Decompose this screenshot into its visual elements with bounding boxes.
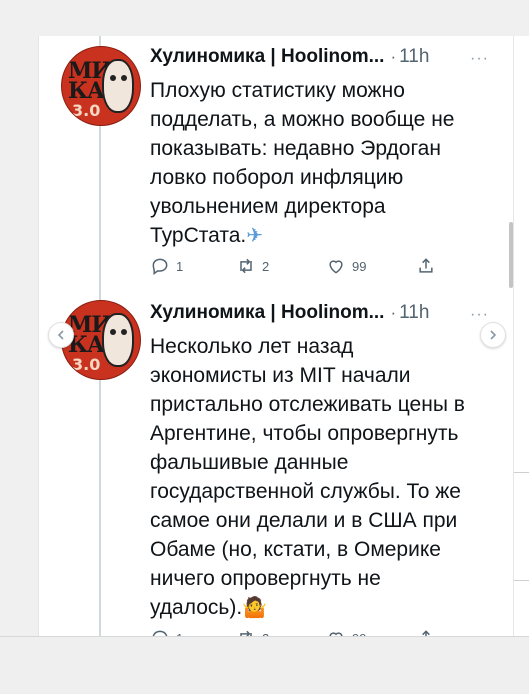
share-button[interactable] (416, 256, 442, 276)
like-count: 99 (352, 258, 367, 274)
tweet-text: Плохую статистику можно подделать, а мож… (150, 76, 495, 250)
avatar-version: 3.0 (72, 355, 101, 374)
previous-slide-button[interactable] (48, 322, 74, 348)
tweet-time[interactable]: 11h (399, 302, 429, 324)
more-icon[interactable]: ··· (470, 50, 489, 68)
tweet-text: Несколько лет назад экономисты из MIT на… (150, 332, 495, 622)
retweet-icon (240, 630, 252, 636)
airplane-emoji: ✈ (246, 223, 264, 247)
tweet-line: удалось).🤷 (150, 593, 495, 622)
bottom-bar (0, 636, 529, 694)
separator-dot: · (390, 303, 397, 322)
retweet-count: 2 (262, 258, 270, 274)
tweet-line: подделать, а можно вообще не (150, 108, 455, 131)
tweet-line: Плохую статистику можно (150, 79, 405, 102)
tweet-line: экономисты из MIT начали (150, 364, 411, 387)
retweet-button[interactable]: 2 (236, 628, 269, 636)
tweet-line: Несколько лет назад (150, 335, 354, 358)
tweet-line: ничего опровергнуть не (150, 567, 381, 590)
right-margin-strip (514, 36, 529, 636)
tweet-header: Хулиномика | Hoolinom... · 11h (150, 46, 429, 68)
retweet-button[interactable]: 2 (236, 256, 269, 276)
chevron-left-icon (57, 330, 64, 340)
tweet-time[interactable]: 11h (399, 46, 429, 68)
like-button[interactable]: 99 (326, 256, 366, 276)
author-name[interactable]: Хулиномика | Hoolinom... (150, 46, 384, 68)
reply-icon (152, 630, 168, 636)
next-slide-button[interactable] (480, 322, 506, 348)
screenshot-frame: МИ КА 3.0 Хулиномика | Hoolinom... · 11h … (0, 0, 529, 694)
avatar-version: 3.0 (72, 101, 101, 120)
tweet-line: пристально отслеживать цены в (150, 393, 465, 416)
tweet-actions: 1 2 99 (150, 256, 450, 280)
tweet-line: показывать: недавно Эрдоган (150, 137, 441, 160)
chevron-right-icon (490, 330, 497, 340)
tweet-line: ТурСтата.✈ (150, 221, 495, 250)
author-name[interactable]: Хулиномика | Hoolinom... (150, 302, 384, 324)
avatar-face (102, 59, 134, 113)
reply-button[interactable]: 1 (150, 256, 183, 276)
share-icon (419, 258, 433, 273)
scrollbar-thumb[interactable] (509, 222, 513, 288)
retweet-icon (240, 258, 252, 274)
like-button[interactable]: 99 (326, 628, 366, 636)
tweet-header: Хулиномика | Hoolinom... · 11h (150, 302, 429, 324)
edge-divider (514, 580, 529, 581)
tweet-line: самое они делали и в США при (150, 509, 458, 532)
separator-dot: · (390, 47, 397, 66)
like-icon (329, 260, 343, 274)
tweet-actions: 1 2 99 (150, 628, 450, 636)
tweet-thread-panel: МИ КА 3.0 Хулиномика | Hoolinom... · 11h … (38, 36, 514, 636)
avatar[interactable]: МИ КА 3.0 (61, 46, 141, 126)
share-icon (422, 630, 430, 636)
avatar-face (102, 313, 134, 367)
shrug-emoji: 🤷 (242, 595, 268, 619)
edge-divider (514, 472, 529, 473)
reply-count: 1 (176, 258, 184, 274)
share-button[interactable] (416, 628, 442, 636)
tweet-line: фальшивые данные (150, 451, 349, 474)
like-icon (329, 632, 343, 636)
tweet-line: государственной службы. То же (150, 480, 461, 503)
reply-button[interactable]: 1 (150, 628, 183, 636)
tweet-line: ловко поборол инфляцию (150, 166, 404, 189)
more-icon[interactable]: ··· (470, 306, 489, 324)
reply-icon (152, 258, 168, 275)
tweet-line: Обаме (но, кстати, в Омерике (150, 538, 441, 561)
tweet-line: Аргентине, чтобы опровергнуть (150, 422, 459, 445)
tweet-line: увольнением директора (150, 195, 386, 218)
